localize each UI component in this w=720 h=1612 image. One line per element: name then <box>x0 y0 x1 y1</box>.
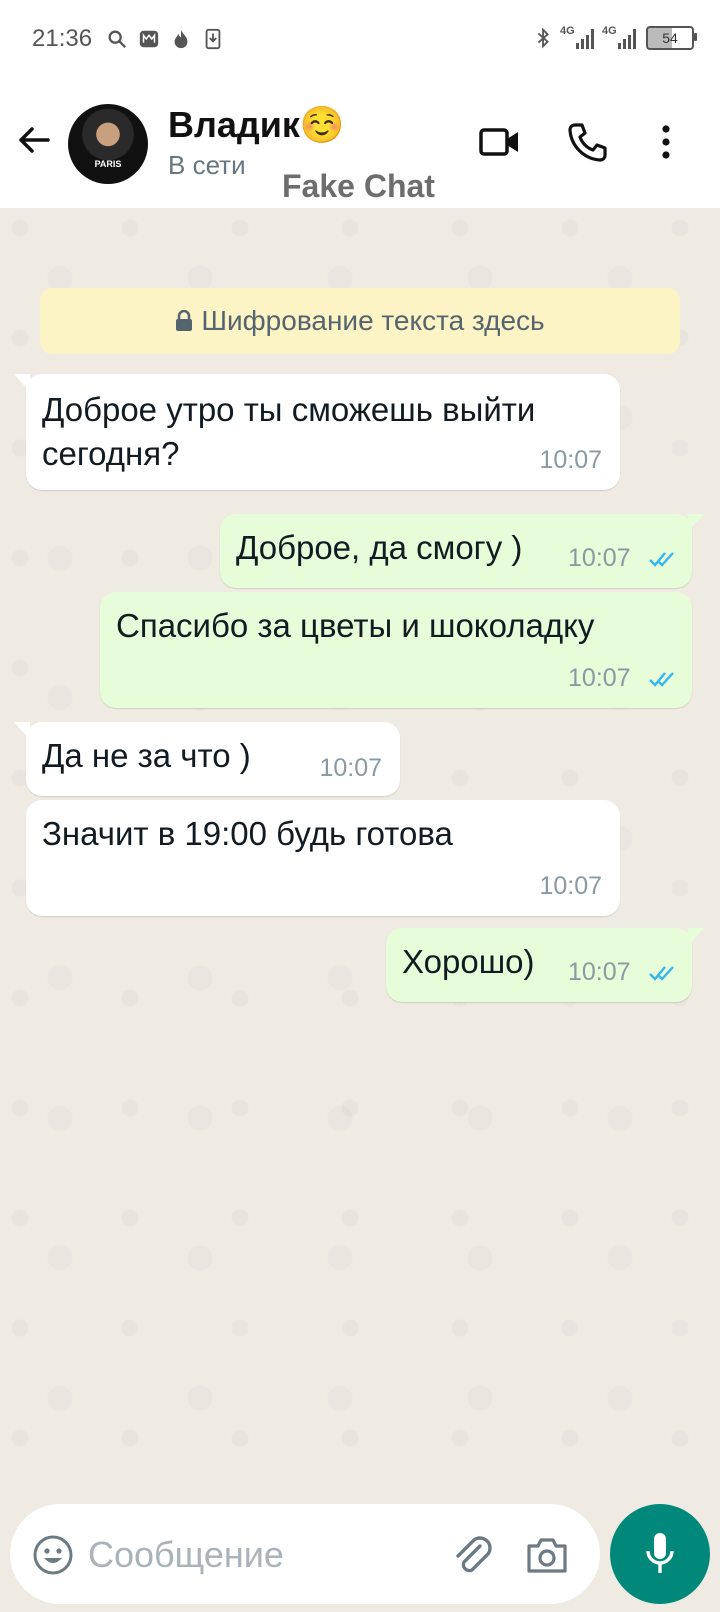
attach-icon[interactable] <box>450 1532 496 1578</box>
search-icon <box>108 30 127 49</box>
status-time: 21:36 <box>32 25 93 52</box>
notification-icons <box>106 28 224 50</box>
read-receipt-icon <box>649 966 674 981</box>
signal-icon: 4G <box>602 25 638 49</box>
battery-icon: 54 <box>646 26 697 50</box>
chat-area[interactable]: Шифрование текста здесь Доброе утро ты с… <box>0 208 720 1500</box>
message-incoming[interactable]: Значит в 19:00 будь готова 10:07 <box>26 800 620 916</box>
encryption-text: Шифрование текста здесь <box>201 305 545 336</box>
message-text: Доброе, да смогу ) <box>236 529 523 566</box>
avatar-shirt-text: PARIS <box>94 159 122 169</box>
message-time: 10:07 <box>539 446 602 474</box>
watermark: Fake Chat <box>282 168 435 204</box>
message-outgoing[interactable]: Спасибо за цветы и шоколадку 10:07 <box>100 592 692 708</box>
voice-message-button[interactable] <box>610 1504 710 1604</box>
message-composer <box>10 1504 600 1604</box>
read-receipt-icon <box>649 552 674 567</box>
message-text: Значит в 19:00 будь готова <box>42 815 453 852</box>
video-call-icon[interactable] <box>478 120 522 164</box>
signal-icon: 4G <box>560 25 596 49</box>
app-notification-icon <box>139 30 159 48</box>
message-outgoing[interactable]: Хорошо) 10:07 <box>386 928 704 1002</box>
message-input[interactable] <box>86 1526 430 1584</box>
contact-name[interactable]: Владик☺️ <box>168 104 345 146</box>
message-time: 10:07 <box>319 754 382 782</box>
message-time: 10:07 <box>568 958 631 986</box>
microphone-icon <box>646 1533 674 1573</box>
camera-icon[interactable] <box>524 1532 570 1578</box>
status-bar: 21:36 4G 4G 54 <box>0 0 720 80</box>
back-arrow-icon[interactable] <box>14 120 54 160</box>
message-outgoing[interactable]: Доброе, да смогу ) 10:07 <box>220 514 704 588</box>
chat-header: PARIS Владик☺️ В сети Fake Chat <box>0 80 720 208</box>
encryption-notice[interactable]: Шифрование текста здесь <box>40 288 680 354</box>
emoji-icon[interactable] <box>32 1534 74 1576</box>
network-type-label: 4G <box>602 25 617 37</box>
lock-icon <box>176 310 193 331</box>
network-type-label: 4G <box>560 25 575 37</box>
battery-level: 54 <box>662 30 678 46</box>
message-text: Хорошо) <box>402 943 535 980</box>
message-text: Доброе утро ты сможешь выйти сегодня? <box>42 391 536 472</box>
contact-status: В сети <box>168 150 246 180</box>
more-options-icon[interactable] <box>656 120 676 164</box>
phone-call-icon[interactable] <box>566 120 610 164</box>
message-incoming[interactable]: Доброе утро ты сможешь выйти сегодня? 10… <box>14 374 620 490</box>
message-time: 10:07 <box>539 872 602 900</box>
flame-icon <box>174 29 188 49</box>
message-text: Спасибо за цветы и шоколадку <box>116 607 595 644</box>
message-time: 10:07 <box>568 664 631 692</box>
avatar[interactable]: PARIS <box>68 104 148 184</box>
message-text: Да не за что ) <box>42 737 251 774</box>
read-receipt-icon <box>649 672 674 687</box>
message-time: 10:07 <box>568 544 631 572</box>
download-icon <box>205 28 221 50</box>
message-incoming[interactable]: Да не за что ) 10:07 <box>14 722 400 796</box>
system-status-icons: 4G 4G 54 <box>532 25 697 50</box>
bluetooth-icon <box>537 27 549 49</box>
